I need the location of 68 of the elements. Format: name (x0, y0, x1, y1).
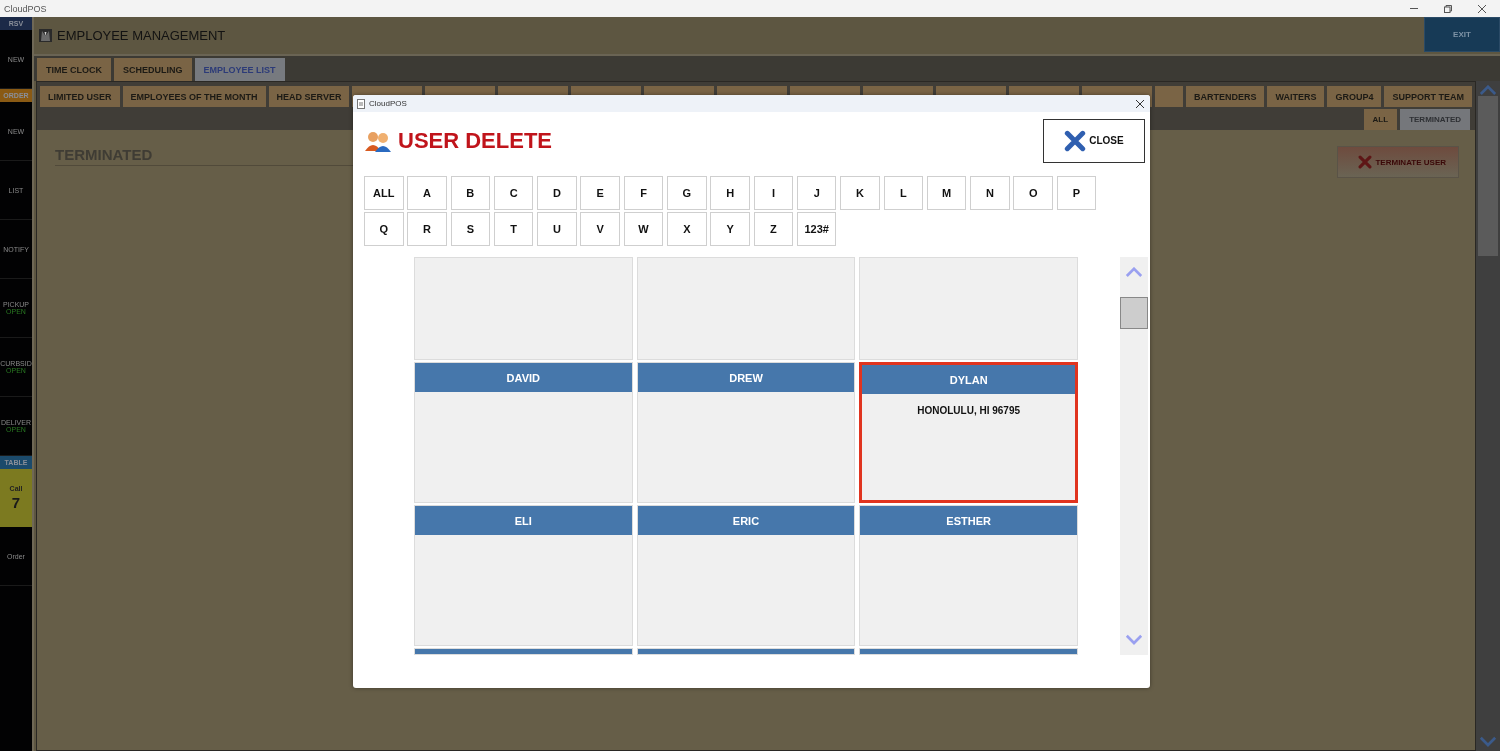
document-icon (357, 98, 365, 109)
user-card[interactable]: DAVID (414, 362, 633, 503)
letter-filter-button[interactable]: F (623, 176, 664, 210)
call-count: 7 (11, 494, 21, 511)
window-title: CloudPOS (4, 3, 47, 14)
user-name: DAVID (415, 363, 632, 392)
user-card[interactable]: ESTHER (859, 505, 1078, 646)
letter-filter-button[interactable]: C (493, 176, 534, 210)
scroll-thumb[interactable] (1478, 95, 1498, 256)
letter-filter-button[interactable]: E (580, 176, 620, 210)
close-icon[interactable] (1478, 4, 1486, 13)
scroll-down-icon[interactable] (1479, 736, 1497, 747)
user-card[interactable] (636, 648, 856, 655)
letter-filter-button[interactable]: I (753, 176, 794, 210)
user-name: DYLAN (862, 365, 1075, 394)
user-card[interactable]: DYLAN HONOLULU, HI 96795 (859, 362, 1078, 503)
user-name: DREW (637, 363, 855, 392)
close-icon[interactable] (1136, 99, 1144, 108)
exit-button[interactable]: EXIT (1424, 17, 1500, 52)
letter-filter-button[interactable]: L (883, 176, 924, 210)
suit-icon (39, 29, 52, 42)
letter-filter-button[interactable]: R (407, 212, 447, 246)
users-icon (364, 129, 392, 152)
letter-filter-button[interactable]: P (1056, 176, 1097, 210)
letter-filter-button[interactable]: H (710, 176, 750, 210)
user-name: ELI (415, 506, 632, 535)
letter-filter-button[interactable]: ALL (364, 176, 404, 210)
user-card[interactable]: DREW (636, 362, 856, 503)
scroll-up-icon[interactable] (1479, 85, 1497, 96)
letter-filter-button[interactable]: T (493, 212, 534, 246)
letter-filter-button[interactable]: J (796, 176, 837, 210)
user-card[interactable] (859, 648, 1078, 655)
letter-filter-button[interactable]: U (537, 212, 577, 246)
user-card[interactable] (414, 648, 633, 655)
user-name: ESTHER (860, 506, 1077, 535)
scrollbar[interactable] (1476, 81, 1500, 751)
letter-filter-button[interactable]: Y (710, 212, 750, 246)
letter-filter-button[interactable]: D (537, 176, 577, 210)
scroll-down-icon[interactable] (1125, 634, 1143, 645)
letter-filter-button[interactable]: 123# (796, 212, 837, 246)
scroll-thumb[interactable] (1120, 296, 1148, 329)
letter-filter-button[interactable]: V (580, 212, 620, 246)
letter-filter-button[interactable]: N (970, 176, 1010, 210)
dialog-title: USER DELETE (398, 127, 553, 154)
user-address: HONOLULU, HI 96795 (916, 404, 1022, 416)
close-button[interactable]: CLOSE (1043, 118, 1145, 163)
x-icon (1064, 129, 1087, 152)
restore-icon[interactable] (1444, 4, 1452, 13)
page-title: EMPLOYEE MANAGEMENT (57, 28, 226, 43)
user-card[interactable]: ERIC (636, 505, 856, 646)
letter-filter-button[interactable]: W (623, 212, 664, 246)
letter-filter-button[interactable]: B (450, 176, 491, 210)
x-icon (1358, 155, 1373, 169)
minimize-icon[interactable] (1410, 7, 1418, 10)
user-name: ERIC (637, 506, 855, 535)
letter-filter-button[interactable]: Z (753, 212, 794, 246)
letter-filter-button[interactable]: S (450, 212, 491, 246)
letter-filter-button[interactable]: O (1013, 176, 1053, 210)
letter-filter-button[interactable]: Q (364, 212, 404, 246)
scrollbar[interactable] (1120, 257, 1148, 655)
scroll-up-icon[interactable] (1125, 267, 1143, 278)
letter-filter-button[interactable]: G (667, 176, 707, 210)
letter-filter-button[interactable]: K (840, 176, 880, 210)
dialog-window-title: CloudPOS (369, 99, 407, 108)
letter-filter-button[interactable]: M (926, 176, 967, 210)
user-card[interactable]: ELI (414, 505, 633, 646)
letter-filter-button[interactable]: A (407, 176, 447, 210)
letter-filter-button[interactable]: X (667, 212, 707, 246)
